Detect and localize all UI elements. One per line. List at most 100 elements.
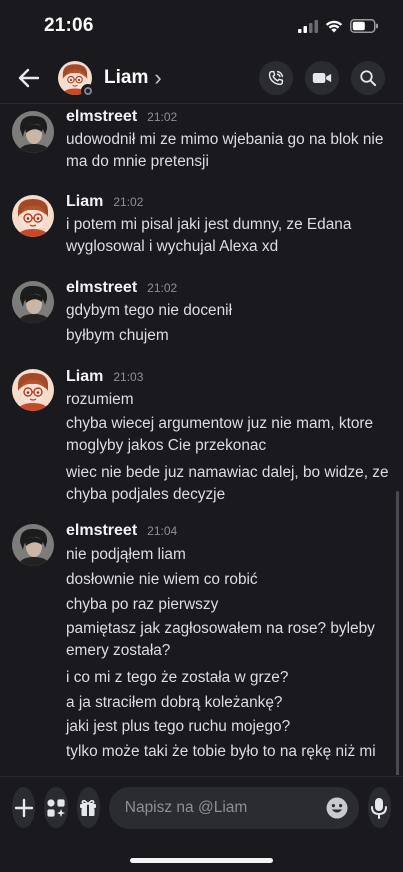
message-text[interactable]: i co mi z tego że została w grze? xyxy=(66,667,396,689)
message-line: chyba po raz pierwszy xyxy=(66,596,219,613)
message-text[interactable]: a ja straciłem dobrą koleżankę? xyxy=(66,692,396,714)
header-avatar[interactable] xyxy=(58,60,95,98)
message-text[interactable]: jaki jest plus tego ruchu mojego? xyxy=(66,716,396,738)
message-text[interactable]: chyba wiecej argumentow juz nie mam, kto… xyxy=(66,413,396,457)
message-line: ma do mnie pretensji xyxy=(66,153,209,170)
message-text[interactable]: pamiętasz jak zagłosowałem na rose? byle… xyxy=(66,618,396,662)
add-attachment-button[interactable] xyxy=(12,787,36,828)
message-composer xyxy=(0,776,403,838)
message-line: udowodnił mi ze mimo wjebania go na blok… xyxy=(66,131,384,148)
search-icon xyxy=(360,69,377,86)
message-line: tylko może taki że tobie było to na rękę… xyxy=(66,743,376,760)
message-input-wrapper xyxy=(108,786,359,829)
gift-button[interactable] xyxy=(76,787,100,828)
message-time: 21:02 xyxy=(113,195,144,209)
message-time: 21:03 xyxy=(113,370,144,384)
message-header: Liam 21:02 xyxy=(66,193,143,211)
phone-call-icon xyxy=(268,70,284,85)
message-line: jaki jest plus tego ruchu mojego? xyxy=(66,718,291,735)
message-line: chyba wiecej argumentow juz nie mam, kto… xyxy=(66,415,374,432)
message-group: elmstreet 21:02 gdybym tego nie docenił … xyxy=(0,277,403,357)
elmstreet-avatar-image xyxy=(12,524,54,566)
header-user-name[interactable]: Liam › xyxy=(104,65,162,91)
message-group: elmstreet 21:04 nie podjąłem liam dosłow… xyxy=(0,519,403,775)
message-line: byłbym chujem xyxy=(66,327,169,344)
elmstreet-avatar[interactable] xyxy=(12,111,54,153)
message-line: i co mi z tego że została w grze? xyxy=(66,669,289,686)
plus-icon xyxy=(14,798,33,817)
message-line: wyglosowal i wychujal Alexa xd xyxy=(66,238,279,255)
message-line: i potem mi pisal jaki jest dumny, ze Eda… xyxy=(66,216,352,233)
voice-call-button[interactable] xyxy=(259,60,293,95)
message-line: emery została? xyxy=(66,642,171,659)
emoji-icon[interactable] xyxy=(325,796,349,820)
message-text[interactable]: rozumiem xyxy=(66,389,396,411)
message-text[interactable]: dosłownie nie wiem co robić xyxy=(66,569,396,591)
liam-avatar-image xyxy=(12,195,54,237)
message-text[interactable]: byłbym chujem xyxy=(66,325,396,347)
apps-icon xyxy=(47,798,65,817)
arrow-left-icon xyxy=(18,68,40,87)
offline-status-indicator xyxy=(81,83,95,98)
message-line: chyba podjales decyzje xyxy=(66,486,226,503)
chat-header: Liam › xyxy=(0,52,403,104)
status-bar: 21:06 xyxy=(0,0,403,52)
message-line: pamiętasz jak zagłosowałem na rose? byle… xyxy=(66,620,375,637)
chevron-right-icon: › xyxy=(154,64,162,90)
battery-icon xyxy=(350,19,378,33)
message-line: nie podjąłem liam xyxy=(66,546,186,563)
elmstreet-avatar[interactable] xyxy=(12,524,54,566)
message-line: wiec nie bede juz namawiac dalej, bo wid… xyxy=(66,464,389,481)
message-list[interactable]: elmstreet 21:02 udowodnił mi ze mimo wje… xyxy=(0,105,403,775)
microphone-icon xyxy=(371,797,388,819)
video-call-button[interactable] xyxy=(305,60,339,95)
message-line: a ja straciłem dobrą koleżankę? xyxy=(66,694,283,711)
message-line: rozumiem xyxy=(66,391,134,408)
message-input[interactable] xyxy=(124,798,325,817)
message-group: Liam 21:02 i potem mi pisal jaki jest du… xyxy=(0,191,403,271)
elmstreet-avatar-image xyxy=(12,281,54,323)
message-time: 21:02 xyxy=(147,281,178,295)
liam-avatar-image xyxy=(12,369,54,411)
message-text[interactable]: wiec nie bede juz namawiac dalej, bo wid… xyxy=(66,462,396,506)
message-header: elmstreet 21:02 xyxy=(66,279,177,297)
message-text[interactable]: i potem mi pisal jaki jest dumny, ze Eda… xyxy=(66,214,396,258)
search-button[interactable] xyxy=(351,60,385,95)
message-text[interactable]: gdybym tego nie docenił xyxy=(66,300,396,322)
message-header: elmstreet 21:04 xyxy=(66,522,177,540)
apps-button[interactable] xyxy=(44,787,68,828)
status-time: 21:06 xyxy=(44,15,94,36)
message-author[interactable]: Liam xyxy=(66,368,103,386)
scrollbar[interactable] xyxy=(396,491,399,775)
message-header: elmstreet 21:02 xyxy=(66,108,177,126)
message-text[interactable]: udowodnił mi ze mimo wjebania go na blok… xyxy=(66,129,396,173)
message-author[interactable]: elmstreet xyxy=(66,279,137,297)
message-group: elmstreet 21:02 udowodnił mi ze mimo wje… xyxy=(0,105,403,185)
header-actions xyxy=(259,60,403,95)
message-time: 21:02 xyxy=(147,110,178,124)
signal-icon xyxy=(298,19,318,33)
header-name-text: Liam xyxy=(104,66,149,88)
back-button[interactable] xyxy=(0,52,58,104)
elmstreet-avatar[interactable] xyxy=(12,281,54,323)
message-time: 21:04 xyxy=(147,524,178,538)
liam-avatar[interactable] xyxy=(12,195,54,237)
gift-icon xyxy=(80,799,97,816)
message-line: gdybym tego nie docenił xyxy=(66,302,232,319)
message-group: Liam 21:03 rozumiem chyba wiecej argumen… xyxy=(0,366,403,516)
message-author[interactable]: elmstreet xyxy=(66,108,137,126)
message-line: moglyby jakos Cie przekonac xyxy=(66,437,267,454)
video-camera-icon xyxy=(312,72,332,83)
message-text[interactable]: chyba po raz pierwszy xyxy=(66,594,396,616)
voice-message-button[interactable] xyxy=(367,787,391,828)
message-text[interactable]: tylko może taki że tobie było to na rękę… xyxy=(66,741,402,763)
message-author[interactable]: Liam xyxy=(66,193,103,211)
liam-avatar[interactable] xyxy=(12,369,54,411)
message-author[interactable]: elmstreet xyxy=(66,522,137,540)
home-indicator[interactable] xyxy=(130,858,273,863)
message-header: Liam 21:03 xyxy=(66,368,143,386)
message-text[interactable]: nie podjąłem liam xyxy=(66,544,396,566)
message-line: dosłownie nie wiem co robić xyxy=(66,571,258,588)
wifi-icon xyxy=(325,20,343,32)
elmstreet-avatar-image xyxy=(12,111,54,153)
